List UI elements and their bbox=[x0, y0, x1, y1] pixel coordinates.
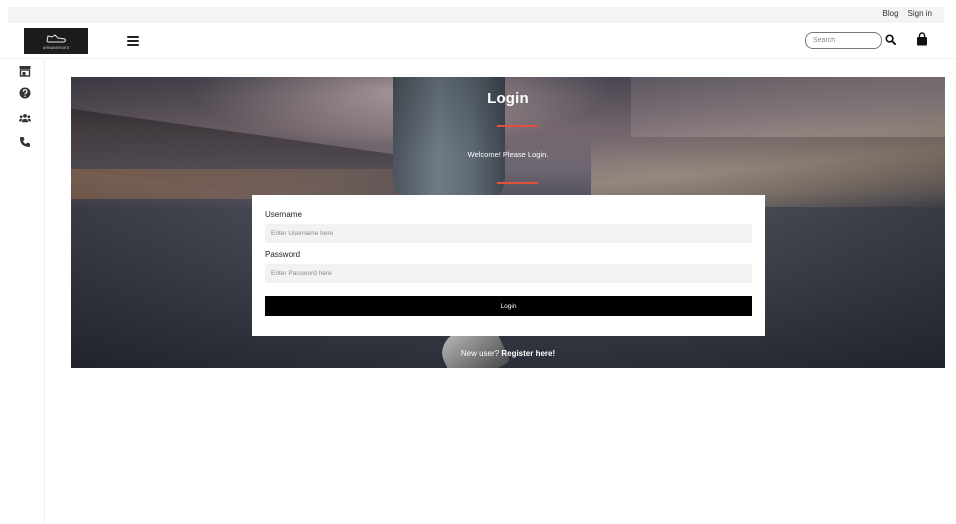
welcome-text: Welcome! Please Login. bbox=[467, 150, 549, 159]
sign-in-link[interactable]: Sign in bbox=[908, 9, 932, 18]
username-field[interactable] bbox=[265, 224, 752, 243]
phone-icon[interactable] bbox=[19, 136, 31, 148]
menu-icon[interactable] bbox=[127, 36, 139, 46]
password-label: Password bbox=[265, 250, 301, 259]
shoe-logo-icon bbox=[46, 34, 66, 43]
search-icon[interactable] bbox=[885, 34, 896, 45]
question-circle-icon[interactable] bbox=[19, 87, 31, 99]
new-user-text: New user? bbox=[460, 349, 500, 358]
store-icon[interactable] bbox=[19, 65, 31, 77]
login-hero: Login Welcome! Please Login. Username Pa… bbox=[71, 77, 945, 368]
brand-logo-text: URBANSHOES bbox=[42, 46, 70, 50]
search-input[interactable] bbox=[805, 32, 882, 49]
blog-link[interactable]: Blog bbox=[883, 9, 899, 18]
login-form: Username Password Login bbox=[252, 195, 765, 336]
brand-logo[interactable]: URBANSHOES bbox=[24, 28, 88, 54]
top-links: Blog Sign in bbox=[883, 9, 932, 18]
top-utility-bar: Blog Sign in bbox=[8, 7, 944, 23]
shopping-bag-icon[interactable] bbox=[916, 32, 928, 46]
password-field[interactable] bbox=[265, 264, 752, 283]
title-accent-line bbox=[497, 125, 538, 127]
site-header: URBANSHOES bbox=[0, 23, 956, 59]
welcome-accent-line bbox=[497, 182, 538, 184]
register-prompt: New user? Register here! bbox=[71, 349, 945, 358]
login-button[interactable]: Login bbox=[265, 296, 752, 316]
register-link[interactable]: Register here! bbox=[501, 349, 555, 358]
icon-sidebar bbox=[0, 59, 45, 524]
users-icon[interactable] bbox=[19, 112, 31, 124]
page-title: Login bbox=[487, 90, 529, 107]
username-label: Username bbox=[265, 210, 302, 219]
